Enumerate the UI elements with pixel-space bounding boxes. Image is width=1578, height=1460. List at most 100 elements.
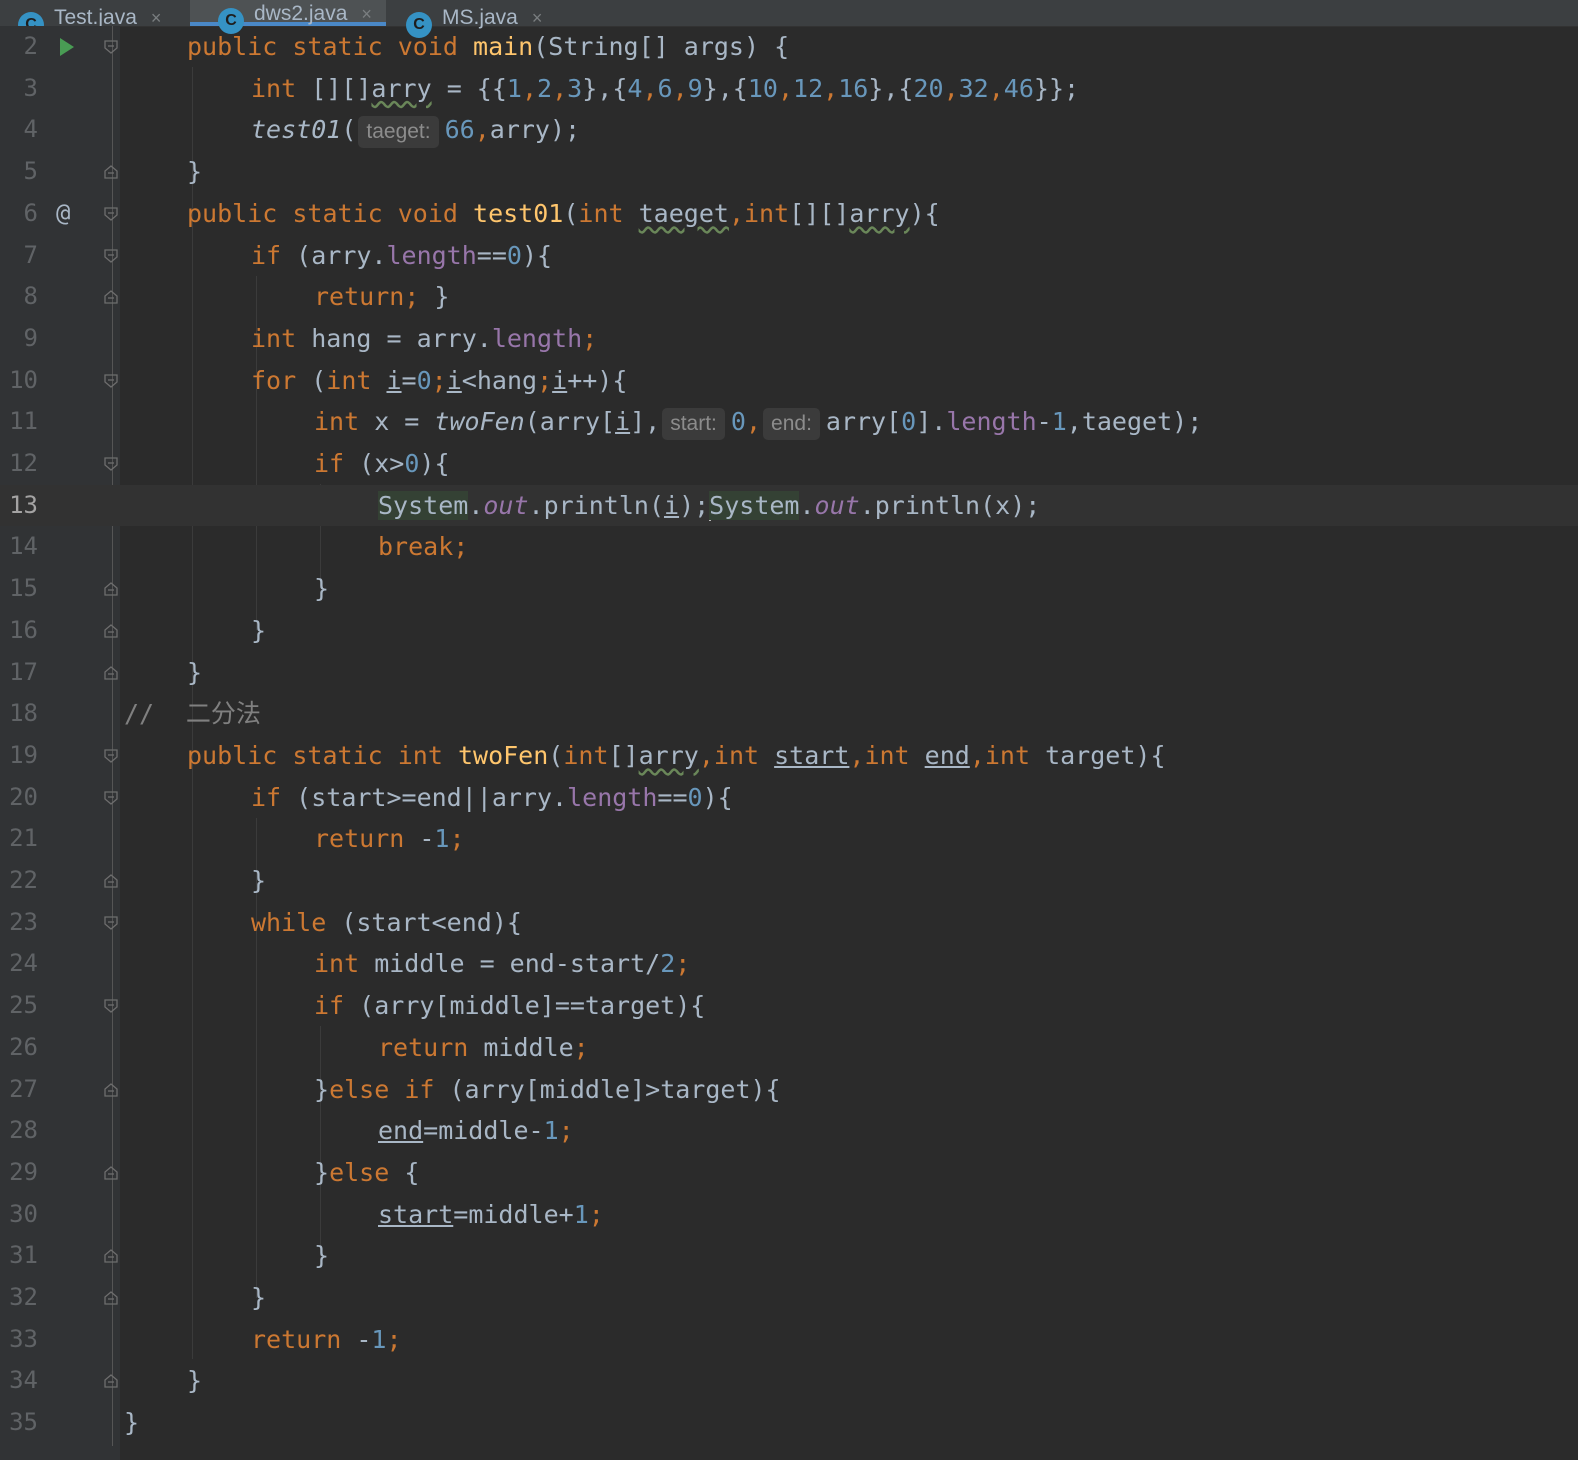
code-line[interactable]: 2 public static void main(String[] args)…: [0, 26, 1578, 68]
code-line[interactable]: 17 }: [0, 652, 1578, 694]
fold-end-icon[interactable]: [104, 290, 118, 304]
code-line[interactable]: 20 if (start>=end||arry.length==0){: [0, 777, 1578, 819]
code-line[interactable]: 18 // 二分法: [0, 693, 1578, 735]
fold-open-icon[interactable]: [104, 790, 118, 805]
code-line[interactable]: 27 }else if (arry[middle]>target){: [0, 1069, 1578, 1111]
line-number: 11: [9, 407, 38, 436]
code-text: return -1;: [251, 1324, 402, 1354]
code-line[interactable]: 4 test01(taeget: 66,arry);: [0, 109, 1578, 151]
code-line[interactable]: 33 return -1;: [0, 1319, 1578, 1361]
code-text: while (start<end){: [251, 907, 522, 937]
code-text: end=middle-1;: [378, 1116, 574, 1146]
fold-end-icon[interactable]: [104, 582, 118, 596]
code-line[interactable]: 14 break;: [0, 526, 1578, 568]
line-number: 29: [9, 1157, 38, 1186]
code-line[interactable]: 32 }: [0, 1277, 1578, 1319]
code-text: }: [187, 1366, 203, 1396]
code-line[interactable]: 12 if (x>0){: [0, 443, 1578, 485]
line-number: 17: [9, 657, 38, 686]
code-line[interactable]: 21 return -1;: [0, 818, 1578, 860]
fold-end-icon[interactable]: [104, 1249, 118, 1263]
line-number: 33: [9, 1324, 38, 1353]
fold-open-icon[interactable]: [104, 457, 118, 471]
code-text: if (x>0){: [314, 449, 450, 478]
line-number: 26: [9, 1032, 38, 1061]
fold-open-icon[interactable]: [104, 916, 118, 930]
close-icon[interactable]: ×: [361, 4, 372, 25]
line-number: 8: [23, 282, 38, 311]
fold-end-icon[interactable]: [104, 623, 118, 638]
code-line[interactable]: 28 end=middle-1;: [0, 1110, 1578, 1152]
code-line[interactable]: 11 int x = twoFen(arry[i], start: 0, end: ar…: [0, 401, 1578, 443]
line-number: 23: [9, 907, 38, 936]
line-number: 15: [9, 574, 38, 603]
code-line-current[interactable]: 13 System.out.println(i);System.out.prin…: [0, 484, 1578, 527]
code-line[interactable]: 7 if (arry.length==0){: [0, 235, 1578, 277]
line-number: 20: [9, 782, 38, 811]
fold-open-icon[interactable]: [104, 40, 118, 54]
code-editor[interactable]: 2 public static void main(String[] args)…: [0, 26, 1578, 1460]
fold-open-icon[interactable]: [104, 999, 118, 1013]
code-text: }: [314, 1241, 330, 1271]
code-line[interactable]: 23 while (start<end){: [0, 902, 1578, 944]
tab-dws2-java[interactable]: C dws2.java ×: [190, 0, 386, 34]
override-at-icon[interactable]: @: [56, 193, 70, 235]
code-text: test01(taeget: 66,arry);: [251, 109, 580, 151]
code-line[interactable]: 10 for (int i=0;i<hang;i++){: [0, 360, 1578, 402]
fold-end-icon[interactable]: [104, 665, 118, 680]
code-text: }: [251, 866, 267, 895]
line-number: 19: [9, 740, 38, 769]
code-line[interactable]: 29 }else {: [0, 1152, 1578, 1194]
code-line[interactable]: 26 return middle;: [0, 1027, 1578, 1069]
fold-end-icon[interactable]: [104, 874, 118, 888]
code-text: System.out.println(i);System.out.println…: [378, 490, 1041, 521]
line-number: 18: [9, 699, 38, 728]
code-line[interactable]: 16 }: [0, 610, 1578, 652]
line-number: 6: [23, 198, 38, 227]
code-line[interactable]: 15 }: [0, 568, 1578, 610]
line-number: 12: [9, 449, 38, 477]
fold-end-icon[interactable]: [104, 1374, 118, 1389]
code-text: return -1;: [314, 824, 465, 854]
code-line[interactable]: 35 }: [0, 1402, 1578, 1444]
line-number: 21: [9, 824, 38, 853]
code-text: public static void main(String[] args) {: [187, 32, 790, 61]
line-number: 5: [23, 157, 38, 186]
code-line[interactable]: 5 }: [0, 151, 1578, 193]
line-number: 22: [9, 866, 38, 894]
code-line[interactable]: 22 }: [0, 860, 1578, 902]
tab-test-java[interactable]: C Test.java ×: [18, 0, 161, 38]
fold-open-icon[interactable]: [104, 749, 118, 763]
code-text: }: [187, 657, 203, 687]
code-text: for (int i=0;i<hang;i++){: [251, 365, 628, 395]
fold-end-icon[interactable]: [104, 1291, 118, 1305]
parameter-hint: start:: [662, 408, 725, 441]
run-icon[interactable]: [60, 38, 74, 56]
fold-end-icon[interactable]: [104, 1082, 118, 1097]
code-line[interactable]: 6 @ public static void test01(int taeget…: [0, 193, 1578, 235]
fold-open-icon[interactable]: [104, 248, 118, 263]
fold-open-icon[interactable]: [104, 207, 118, 221]
code-text: }: [251, 1283, 267, 1312]
line-number: 7: [23, 240, 38, 269]
fold-end-icon[interactable]: [104, 165, 118, 179]
code-text: }: [187, 157, 203, 187]
fold-open-icon[interactable]: [104, 373, 118, 388]
code-line[interactable]: 19 public static int twoFen(int[]arry,in…: [0, 735, 1578, 777]
tab-ms-java[interactable]: C MS.java ×: [406, 0, 542, 38]
code-line[interactable]: 30 start=middle+1;: [0, 1194, 1578, 1236]
code-line[interactable]: 8 return; }: [0, 276, 1578, 318]
code-line[interactable]: 25 if (arry[middle]==target){: [0, 985, 1578, 1027]
line-number: 24: [9, 949, 38, 978]
line-number: 13: [9, 490, 38, 519]
line-number: 28: [9, 1116, 38, 1145]
code-line[interactable]: 9 int hang = arry.length;: [0, 318, 1578, 360]
code-text: if (arry[middle]==target){: [314, 991, 706, 1021]
code-line[interactable]: 31 }: [0, 1235, 1578, 1277]
line-number: 32: [9, 1283, 38, 1311]
code-line[interactable]: 24 int middle = end-start/2;: [0, 943, 1578, 985]
code-text: int [][]arry = {{1,2,3},{4,6,9},{10,12,1…: [251, 73, 1080, 103]
code-line[interactable]: 34 }: [0, 1360, 1578, 1402]
fold-end-icon[interactable]: [104, 1166, 118, 1180]
code-line[interactable]: 3 int [][]arry = {{1,2,3},{4,6,9},{10,12…: [0, 68, 1578, 110]
